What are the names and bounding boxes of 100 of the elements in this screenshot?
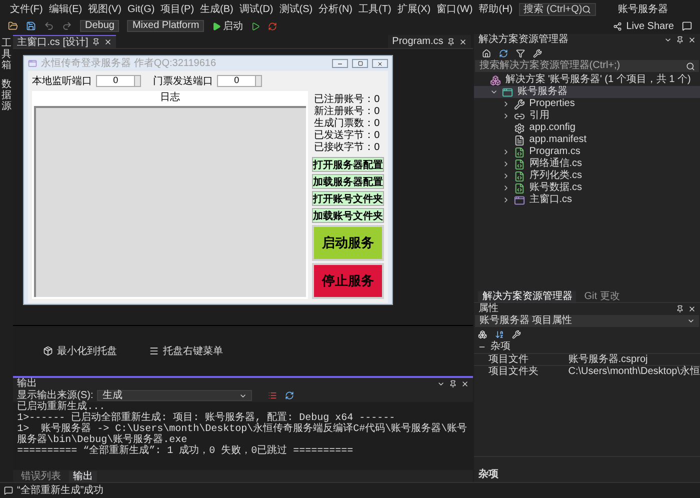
tree-item[interactable]: 序列化类.cs xyxy=(474,170,700,182)
close-icon[interactable] xyxy=(688,36,696,44)
form-button[interactable]: 停止服务 xyxy=(312,263,384,299)
search-placeholder: 搜索解决方案资源管理器(Ctrl+;) xyxy=(479,61,620,71)
tree-item[interactable]: 主窗口.cs xyxy=(474,194,700,206)
document-tab[interactable]: Program.cs xyxy=(388,35,472,48)
sort-icon[interactable] xyxy=(495,330,504,338)
panel-tab[interactable]: 解决方案资源管理器 xyxy=(478,290,576,302)
start-button[interactable]: 启动 xyxy=(212,18,244,34)
refresh-icon[interactable] xyxy=(268,22,278,30)
menu-item[interactable]: 项目(P) xyxy=(160,2,194,16)
menu-item[interactable]: 编辑(E) xyxy=(48,2,82,16)
pin-icon[interactable] xyxy=(676,36,684,44)
tree-item-label: app.config xyxy=(529,123,576,133)
categorized-icon[interactable] xyxy=(478,330,488,338)
menu-item[interactable]: 帮助(H) xyxy=(478,2,513,16)
component-label: 托盘右键菜单 xyxy=(163,344,224,358)
property-name: 项目文件 xyxy=(488,354,530,364)
menu-item[interactable]: Git(G) xyxy=(127,2,155,16)
redo-icon[interactable] xyxy=(62,21,72,31)
search-field[interactable]: 搜索解决方案资源管理器(Ctrl+;) xyxy=(475,60,699,72)
code-file-icon xyxy=(514,146,526,158)
menu-item[interactable]: 分析(N) xyxy=(318,2,352,16)
close-icon[interactable] xyxy=(461,380,470,388)
object-dropdown[interactable]: 账号服务器 项目属性 xyxy=(475,315,699,327)
platform-dropdown[interactable]: Mixed Platform xyxy=(127,20,204,32)
number-field[interactable]: 0 xyxy=(217,75,262,87)
play-icon xyxy=(212,22,222,30)
tree-item-label: Program.cs xyxy=(529,147,580,157)
panel-title: 输出 xyxy=(17,378,38,388)
close-button[interactable] xyxy=(372,59,388,68)
side-tab[interactable]: 工具箱 xyxy=(2,38,12,71)
tree-item[interactable]: 解决方案 '账号服务器' (1 个项目，共 1 个) xyxy=(474,74,700,86)
clear-icon[interactable] xyxy=(268,391,278,400)
live-share-button[interactable]: Live Share xyxy=(613,18,674,34)
tree-item[interactable]: app.manifest xyxy=(474,134,700,146)
wrench-icon[interactable] xyxy=(512,330,522,338)
close-icon[interactable] xyxy=(104,38,112,46)
form-button[interactable]: 加载服务器配置 xyxy=(312,174,384,189)
stat-label: 已注册账号：0 xyxy=(314,94,381,106)
output-line: ========== “全部重新生成”: 1 成功，0 失败，0已跳过 ========== xyxy=(17,446,354,457)
pin-icon[interactable] xyxy=(447,38,456,46)
minimize-button[interactable] xyxy=(332,59,348,68)
menu-item[interactable]: 调试(D) xyxy=(239,2,274,16)
tab-label: Program.cs xyxy=(392,35,444,49)
search-field[interactable]: 搜索 (Ctrl+Q) xyxy=(518,2,596,16)
tree-item[interactable]: Program.cs xyxy=(474,146,700,158)
form-button[interactable]: 启动服务 xyxy=(312,225,384,261)
feedback-icon[interactable] xyxy=(682,21,692,31)
undo-icon[interactable] xyxy=(44,21,54,31)
panel-tab[interactable]: Git 更改 xyxy=(580,290,624,302)
panel-tab[interactable]: 输出 xyxy=(69,470,98,482)
tree-item[interactable]: Properties xyxy=(474,98,700,110)
menu-item[interactable]: 生成(B) xyxy=(200,2,234,16)
menu-item[interactable]: 文件(F) xyxy=(10,2,43,16)
menu-item[interactable]: 工具(T) xyxy=(358,2,392,16)
tree-item[interactable]: 引用 xyxy=(474,110,700,122)
pin-icon[interactable] xyxy=(92,38,100,46)
form-button[interactable]: 打开服务器配置 xyxy=(312,157,384,172)
tree-item[interactable]: app.config xyxy=(474,122,700,134)
tree-item[interactable]: 网络通信.cs xyxy=(474,158,700,170)
configuration-dropdown[interactable]: Debug xyxy=(80,20,120,32)
form-button[interactable]: 加载账号文件夹 xyxy=(312,208,384,223)
dropdown-icon[interactable] xyxy=(664,36,672,44)
menu-item[interactable]: 测试(S) xyxy=(279,2,313,16)
description-title: 杂项 xyxy=(478,469,498,480)
save-icon[interactable] xyxy=(26,21,36,31)
pin-icon[interactable] xyxy=(676,305,684,313)
wrench-icon[interactable] xyxy=(533,48,542,58)
stat-label: 已发送字节：0 xyxy=(314,130,381,142)
menu-item[interactable]: 扩展(X) xyxy=(397,2,431,16)
close-icon[interactable] xyxy=(688,305,696,313)
refresh-icon[interactable] xyxy=(499,48,508,58)
property-name: 项目文件夹 xyxy=(488,366,540,376)
form-icon xyxy=(514,194,526,206)
source-dropdown[interactable]: 生成 xyxy=(97,390,252,401)
form-icon xyxy=(28,59,38,68)
menu-item[interactable]: 窗口(W) xyxy=(436,2,473,16)
tree-item[interactable]: 账号数据.cs xyxy=(474,182,700,194)
filter-icon[interactable] xyxy=(516,48,526,58)
number-field[interactable]: 0 xyxy=(96,75,142,87)
pin-icon[interactable] xyxy=(449,380,458,388)
component-icon xyxy=(43,346,54,356)
side-tab[interactable]: 数据源 xyxy=(2,79,12,112)
field-label: 门票发送端口 xyxy=(153,74,214,88)
open-folder-icon[interactable] xyxy=(8,21,18,31)
code-file-icon xyxy=(514,158,526,170)
form-button[interactable]: 打开账号文件夹 xyxy=(312,191,384,206)
menu-item[interactable]: 视图(V) xyxy=(88,2,122,16)
close-icon[interactable] xyxy=(459,38,468,46)
play-outline-icon[interactable] xyxy=(251,22,260,30)
expanded-caret-icon[interactable] xyxy=(490,88,498,96)
document-tab[interactable]: 主窗口.cs [设计] xyxy=(13,35,116,48)
maximize-button[interactable] xyxy=(352,59,368,68)
panel-tab[interactable]: 错误列表 xyxy=(17,470,66,482)
tree-item-label: 网络通信.cs xyxy=(529,159,582,169)
home-icon[interactable] xyxy=(482,48,492,58)
tree-item[interactable]: 账号服务器 xyxy=(474,86,700,98)
tray-component[interactable]: 最小化到托盘 xyxy=(43,344,118,358)
tray-component[interactable]: 托盘右键菜单 xyxy=(149,344,224,358)
